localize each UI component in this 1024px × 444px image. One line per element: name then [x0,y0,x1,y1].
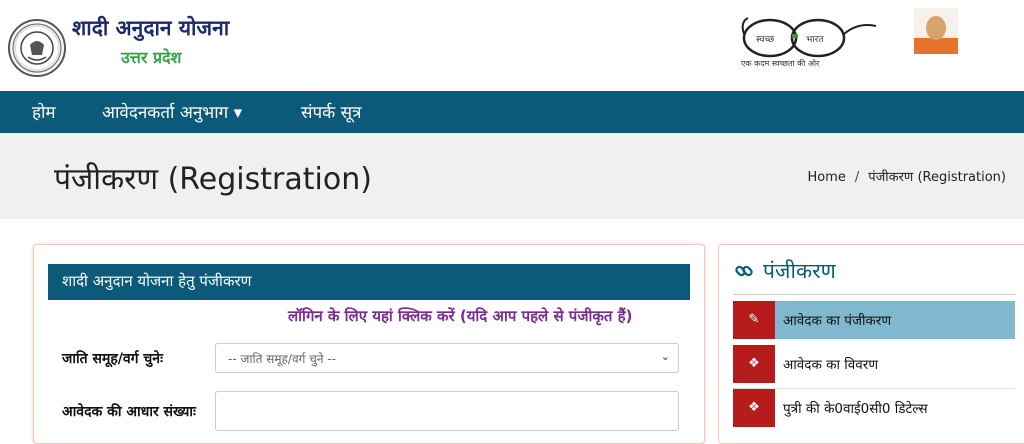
login-link[interactable]: लॉगिन के लिए यहां क्लिक करें (यदि आप पहल… [288,306,632,326]
sidebar-item-applicant-details[interactable]: ❖ आवेदक का विवरण [733,345,1015,389]
sidebar-item-applicant-registration[interactable]: ✎ आवेदक का पंजीकरण [733,301,1015,339]
sidebar-item-daughter-kyc[interactable]: ❖ पुत्री की के0वाई0सी0 डिटेल्स [733,389,1015,427]
aadhaar-label: आवेदक की आधार संख्याः [62,404,196,420]
caste-group-select[interactable]: -- जाति समूह/वर्ग चुने -- ⌄ [215,343,679,373]
sidebar-divider [733,294,1015,295]
sidebar-item-label: आवेदक का पंजीकरण [783,313,892,329]
form-heading: शादी अनुदान योजना हेतु पंजीकरण [62,272,252,290]
registration-form-card: शादी अनुदान योजना हेतु पंजीकरण लॉगिन के … [33,244,705,444]
caste-group-placeholder: -- जाति समूह/वर्ग चुने -- [228,352,336,366]
breadcrumb: Home / पंजीकरण (Registration) [807,167,1006,185]
site-title: शादी अनुदान योजना [72,16,230,40]
sidebar-title: पंजीकरण [763,259,836,283]
cube-icon: ❖ [733,345,775,383]
swachh-tagline: एक कदम स्वच्छता की ओर [741,59,820,68]
sidebar-item-label: आवेदक का विवरण [783,357,879,373]
nav-contact[interactable]: संपर्क सूत्र [301,100,361,123]
sidebar-item-label: पुत्री की के0वाई0सी0 डिटेल्स [783,401,928,417]
chevron-down-icon: ⌄ [660,350,670,363]
main-nav: होम आवेदनकर्ता अनुभाग ▾ संपर्क सूत्र [0,91,1024,133]
site-header: शादी अनुदान योजना उत्तर प्रदेश स्वच्छ भा… [0,0,1024,91]
link-icon [734,261,754,286]
page-banner: पंजीकरण (Registration) Home / पंजीकरण (Reg… [0,133,1024,219]
breadcrumb-home[interactable]: Home [807,170,845,185]
page-title: पंजीकरण (Registration) [54,162,372,197]
breadcrumb-current: पंजीकरण (Registration) [868,170,1006,185]
nav-home[interactable]: होम [32,100,56,123]
site-subtitle: उत्तर प्रदेश [121,48,182,67]
nav-applicant-section[interactable]: आवेदनकर्ता अनुभाग ▾ [102,100,242,123]
swachh-right-text: भारत [806,35,824,45]
caste-group-label: जाति समूह/वर्ग चुनेः [62,351,163,367]
aadhaar-input[interactable] [215,391,679,431]
edit-icon: ✎ [733,301,775,339]
up-emblem-logo [8,19,66,77]
breadcrumb-separator: / [854,170,860,185]
chief-minister-portrait [914,8,958,54]
cube-icon: ❖ [733,389,775,427]
sidebar-card: पंजीकरण ✎ आवेदक का पंजीकरण ❖ आवेदक का वि… [718,244,1024,444]
swachh-left-text: स्वच्छ [756,35,775,45]
form-heading-bar: शादी अनुदान योजना हेतु पंजीकरण [48,264,690,300]
